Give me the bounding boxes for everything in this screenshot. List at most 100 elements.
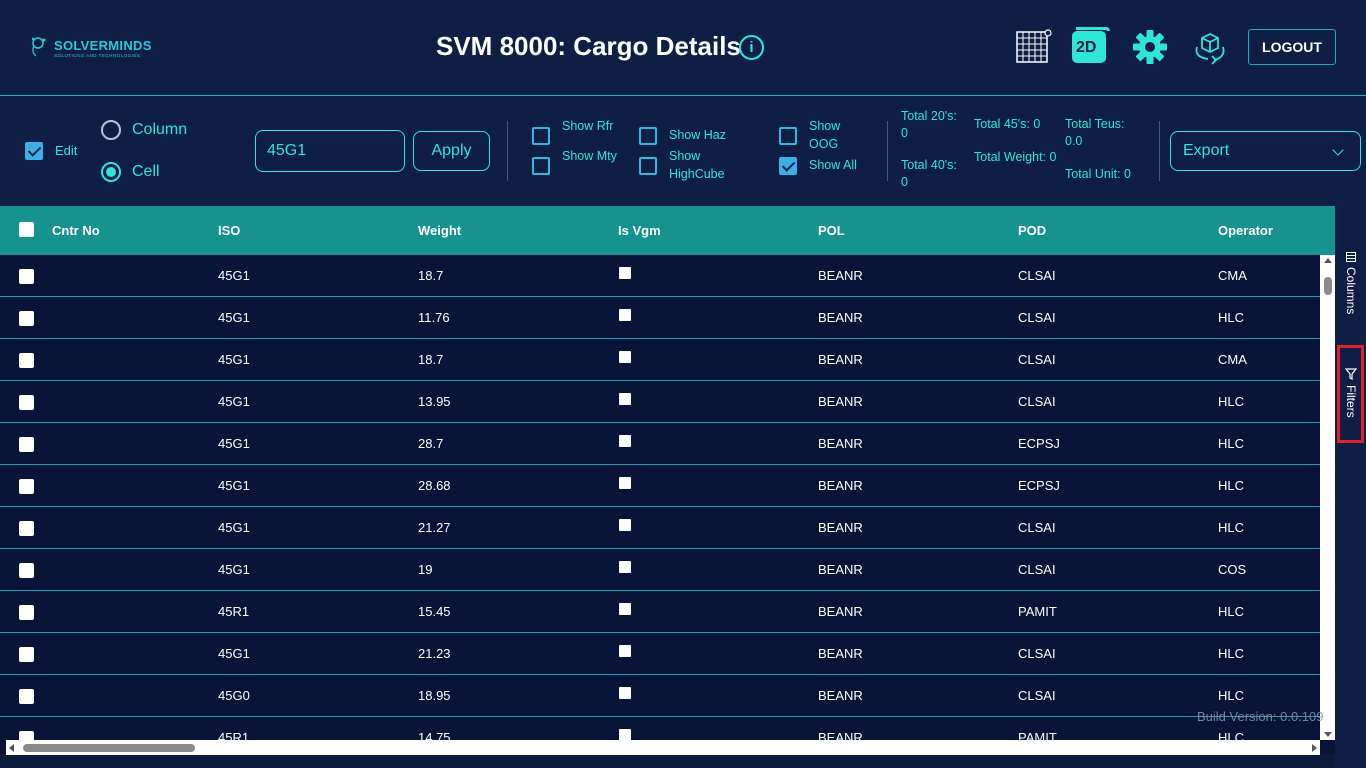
cell-iso[interactable]: 45G1 xyxy=(218,478,250,493)
info-icon[interactable]: i xyxy=(739,35,764,60)
cell-weight[interactable]: 28.68 xyxy=(418,478,451,493)
table-row[interactable]: 45G1 28.7 BEANR ECPSJ HLC xyxy=(0,423,1320,465)
cell-weight[interactable]: 15.45 xyxy=(418,604,451,619)
cell-weight[interactable]: 18.7 xyxy=(418,268,443,283)
cell-pod[interactable]: CLSAI xyxy=(1018,688,1056,703)
cell-pod[interactable]: CLSAI xyxy=(1018,520,1056,535)
cell-operator[interactable]: HLC xyxy=(1218,604,1244,619)
table-row[interactable]: 45G1 11.76 BEANR CLSAI HLC xyxy=(0,297,1320,339)
cell-pod[interactable]: CLSAI xyxy=(1018,394,1056,409)
cell-operator[interactable]: CMA xyxy=(1218,268,1247,283)
show-all-checkbox[interactable] xyxy=(779,157,797,175)
columns-tool-tab[interactable]: Columns xyxy=(1335,248,1366,323)
cell-iso[interactable]: 45G1 xyxy=(218,394,250,409)
cell-weight[interactable]: 13.95 xyxy=(418,394,451,409)
horizontal-scroll-thumb[interactable] xyxy=(23,744,195,752)
row-select-checkbox[interactable] xyxy=(19,605,34,620)
cell-operator[interactable]: CMA xyxy=(1218,352,1247,367)
apply-button[interactable]: Apply xyxy=(413,131,490,171)
cell-pod[interactable]: CLSAI xyxy=(1018,310,1056,325)
export-dropdown[interactable]: Export xyxy=(1170,131,1361,171)
cell-weight[interactable]: 18.7 xyxy=(418,352,443,367)
cell-pol[interactable]: BEANR xyxy=(818,688,863,703)
show-oog-checkbox[interactable] xyxy=(779,127,797,145)
cell-iso[interactable]: 45G1 xyxy=(218,310,250,325)
is-vgm-checkbox[interactable] xyxy=(619,435,631,447)
column-header-iso[interactable]: ISO xyxy=(218,223,240,238)
cell-operator[interactable]: HLC xyxy=(1218,646,1244,661)
logout-button[interactable]: LOGOUT xyxy=(1248,29,1336,65)
cell-iso[interactable]: 45R1 xyxy=(218,604,249,619)
settings-gear-icon[interactable] xyxy=(1130,27,1170,67)
cell-pol[interactable]: BEANR xyxy=(818,436,863,451)
cell-pol[interactable]: BEANR xyxy=(818,646,863,661)
cell-iso[interactable]: 45G1 xyxy=(218,646,250,661)
cell-iso[interactable]: 45G1 xyxy=(218,436,250,451)
scroll-left-icon[interactable] xyxy=(9,744,14,752)
grid-view-icon[interactable] xyxy=(1012,27,1052,67)
cell-operator[interactable]: HLC xyxy=(1218,520,1244,535)
cell-iso[interactable]: 45G1 xyxy=(218,268,250,283)
table-row[interactable]: 45G1 13.95 BEANR CLSAI HLC xyxy=(0,381,1320,423)
row-select-checkbox[interactable] xyxy=(19,689,34,704)
table-row[interactable]: 45G1 18.7 BEANR CLSAI CMA xyxy=(0,339,1320,381)
cell-pol[interactable]: BEANR xyxy=(818,520,863,535)
scroll-up-icon[interactable] xyxy=(1324,258,1332,263)
is-vgm-checkbox[interactable] xyxy=(619,309,631,321)
select-all-checkbox[interactable] xyxy=(19,222,34,237)
table-row[interactable]: 45R1 15.45 BEANR PAMIT HLC xyxy=(0,591,1320,633)
column-header-operator[interactable]: Operator xyxy=(1218,223,1273,238)
table-row[interactable]: 45G0 18.95 BEANR CLSAI HLC xyxy=(0,675,1320,717)
is-vgm-checkbox[interactable] xyxy=(619,603,631,615)
scroll-down-icon[interactable] xyxy=(1324,732,1332,737)
cell-pod[interactable]: ECPSJ xyxy=(1018,478,1060,493)
cell-operator[interactable]: HLC xyxy=(1218,478,1244,493)
cell-pod[interactable]: CLSAI xyxy=(1018,646,1056,661)
is-vgm-checkbox[interactable] xyxy=(619,519,631,531)
show-haz-checkbox[interactable] xyxy=(639,127,657,145)
is-vgm-checkbox[interactable] xyxy=(619,267,631,279)
row-select-checkbox[interactable] xyxy=(19,647,34,662)
cell-operator[interactable]: HLC xyxy=(1218,688,1244,703)
column-header-is-vgm[interactable]: Is Vgm xyxy=(618,223,661,238)
cell-iso[interactable]: 45G1 xyxy=(218,352,250,367)
row-select-checkbox[interactable] xyxy=(19,311,34,326)
cell-pod[interactable]: CLSAI xyxy=(1018,352,1056,367)
column-header-pod[interactable]: POD xyxy=(1018,223,1046,238)
table-row[interactable]: 45G1 18.7 BEANR CLSAI CMA xyxy=(0,255,1320,297)
row-select-checkbox[interactable] xyxy=(19,395,34,410)
cell-weight[interactable]: 28.7 xyxy=(418,436,443,451)
cell-pol[interactable]: BEANR xyxy=(818,352,863,367)
cell-pod[interactable]: CLSAI xyxy=(1018,562,1056,577)
column-header-weight[interactable]: Weight xyxy=(418,223,461,238)
cell-pol[interactable]: BEANR xyxy=(818,478,863,493)
cell-pol[interactable]: BEANR xyxy=(818,394,863,409)
cell-weight[interactable]: 19 xyxy=(418,562,432,577)
cell-operator[interactable]: HLC xyxy=(1218,394,1244,409)
cell-iso[interactable]: 45G0 xyxy=(218,688,250,703)
cell-weight[interactable]: 21.27 xyxy=(418,520,451,535)
mode-cell-radio[interactable] xyxy=(101,162,121,182)
cell-iso[interactable]: 45G1 xyxy=(218,562,250,577)
cell-pod[interactable]: ECPSJ xyxy=(1018,436,1060,451)
row-select-checkbox[interactable] xyxy=(19,437,34,452)
cell-weight[interactable]: 21.23 xyxy=(418,646,451,661)
row-select-checkbox[interactable] xyxy=(19,353,34,368)
filter-value-input[interactable] xyxy=(255,130,405,172)
table-row[interactable]: 45G1 19 BEANR CLSAI COS xyxy=(0,549,1320,591)
is-vgm-checkbox[interactable] xyxy=(619,687,631,699)
is-vgm-checkbox[interactable] xyxy=(619,561,631,573)
cell-pod[interactable]: CLSAI xyxy=(1018,268,1056,283)
row-select-checkbox[interactable] xyxy=(19,269,34,284)
cell-pol[interactable]: BEANR xyxy=(818,310,863,325)
3d-cube-icon[interactable] xyxy=(1190,27,1230,67)
show-mty-checkbox[interactable] xyxy=(532,157,550,175)
cell-operator[interactable]: HLC xyxy=(1218,436,1244,451)
is-vgm-checkbox[interactable] xyxy=(619,477,631,489)
column-header-pol[interactable]: POL xyxy=(818,223,845,238)
cell-operator[interactable]: HLC xyxy=(1218,310,1244,325)
table-row[interactable]: 45G1 28.68 BEANR ECPSJ HLC xyxy=(0,465,1320,507)
mode-column-radio[interactable] xyxy=(101,120,121,140)
column-header-cntr-no[interactable]: Cntr No xyxy=(52,223,100,238)
vertical-scroll-thumb[interactable] xyxy=(1324,277,1332,295)
